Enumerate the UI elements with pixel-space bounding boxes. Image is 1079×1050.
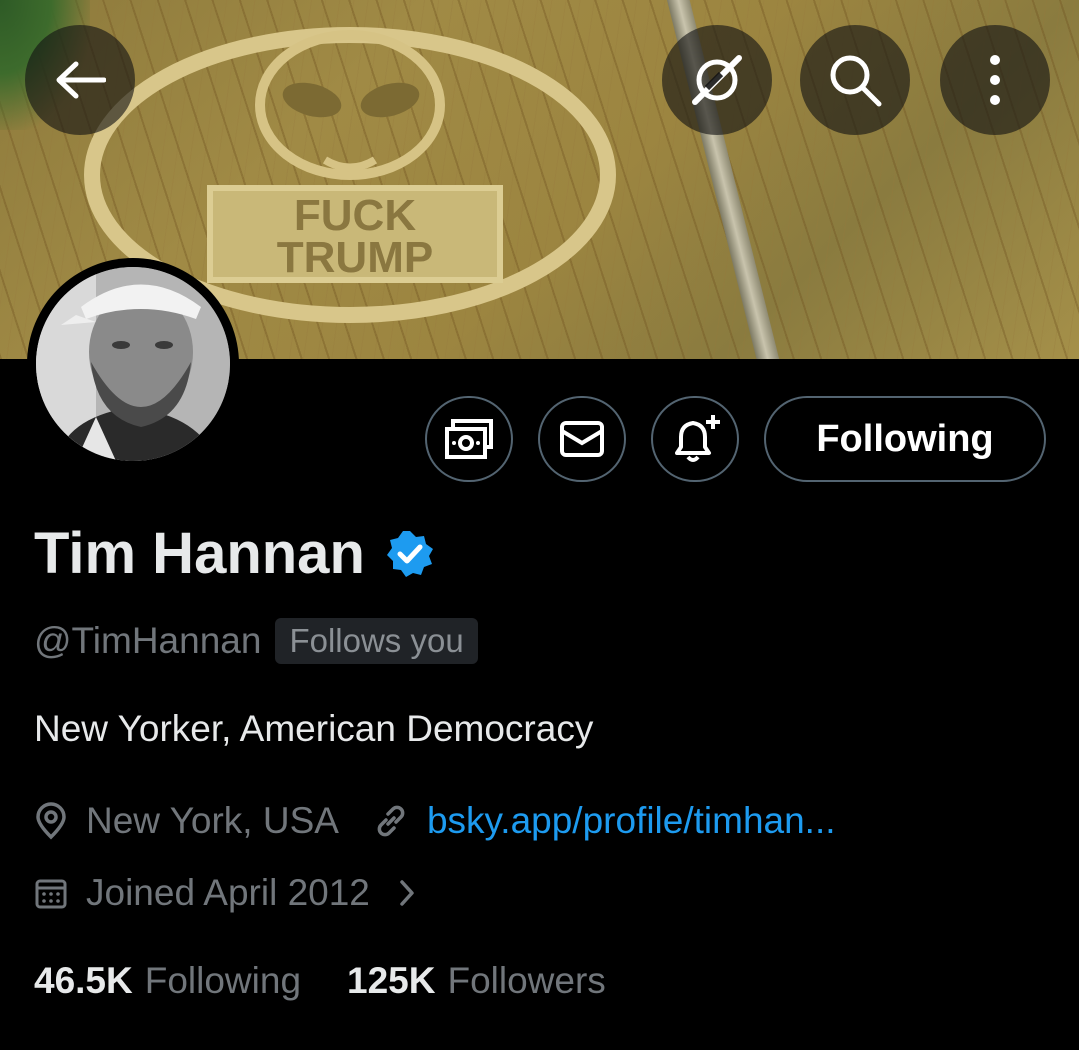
following-button[interactable]: Following [764,396,1046,482]
bell-plus-icon [675,415,720,462]
followers-stat[interactable]: 125K Followers [347,960,606,1002]
location-pin-icon [34,802,68,840]
more-vertical-icon [990,55,1000,105]
location-text: New York, USA [86,800,339,841]
handle-row: @TimHannan Follows you [34,618,478,664]
location-link-row: New York, USA bsky.app/profile/timhan... [34,800,836,842]
following-count: 46.5K [34,960,133,1001]
back-button[interactable] [25,25,135,135]
search-button[interactable] [800,25,910,135]
subscribe-button[interactable] [425,396,513,482]
notify-button[interactable] [651,396,739,482]
follow-stats: 46.5K Following 125K Followers [34,960,606,1002]
search-icon [830,55,882,107]
following-stat-label: Following [144,960,302,1001]
follows-you-badge: Follows you [275,618,478,664]
grok-button[interactable] [662,25,772,135]
link-icon [373,803,409,839]
more-button[interactable] [940,25,1050,135]
joined-row[interactable]: Joined April 2012 [34,872,434,914]
avatar-photo [36,267,230,461]
grok-icon [692,55,742,105]
chevron-right-icon [398,878,416,908]
bio: New Yorker, American Democracy [34,708,594,749]
followers-count: 125K [347,960,436,1001]
message-button[interactable] [538,396,626,482]
calendar-icon [34,876,68,910]
display-name-text: Tim Hannan [34,521,365,586]
verified-badge-icon[interactable] [385,529,435,579]
display-name: Tim Hannan [34,520,435,587]
followers-stat-label: Followers [447,960,606,1001]
envelope-icon [560,421,604,457]
website-link[interactable]: bsky.app/profile/timhan... [427,800,836,842]
avatar[interactable] [36,267,230,461]
crop-text-line2: TRUMP [277,233,433,282]
handle: @TimHannan [34,620,262,661]
joined-text: Joined April 2012 [86,872,370,913]
following-button-label: Following [816,417,994,460]
following-stat[interactable]: 46.5K Following [34,960,301,1002]
money-icon [445,419,493,459]
arrow-left-icon [56,61,106,99]
